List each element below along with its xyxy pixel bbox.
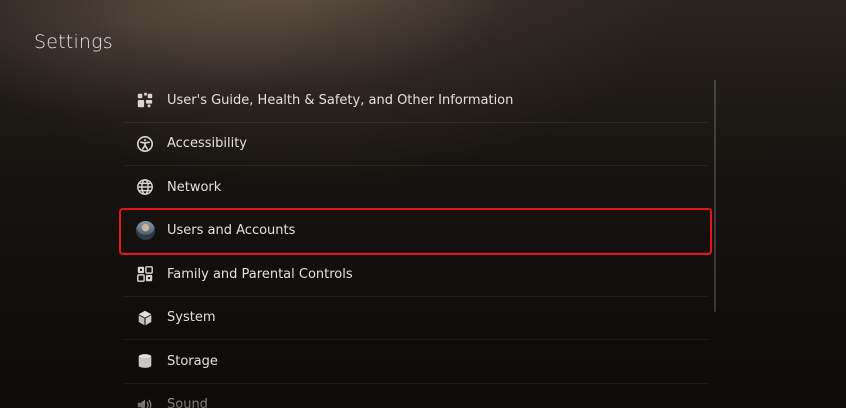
menu-item-label: Sound — [167, 397, 208, 408]
storage-icon — [135, 351, 155, 371]
accessibility-icon — [135, 134, 155, 154]
menu-item-users-guide[interactable]: User's Guide, Health & Safety, and Other… — [123, 79, 708, 123]
scrollbar[interactable] — [714, 80, 716, 312]
family-icon — [135, 264, 155, 284]
menu-item-network[interactable]: Network — [123, 166, 708, 210]
settings-menu: User's Guide, Health & Safety, and Other… — [119, 79, 712, 408]
avatar — [135, 221, 155, 241]
menu-item-label: User's Guide, Health & Safety, and Other… — [167, 92, 514, 108]
guide-icon — [135, 90, 155, 110]
menu-item-label: Network — [167, 179, 222, 195]
menu-item-system[interactable]: System — [123, 297, 708, 340]
cube-icon — [135, 308, 155, 328]
page-title: Settings — [34, 31, 113, 53]
menu-item-label: Users and Accounts — [167, 223, 296, 239]
menu-item-label: Storage — [167, 353, 218, 369]
menu-item-label: Family and Parental Controls — [167, 266, 353, 282]
user-avatar-icon — [135, 221, 155, 241]
menu-item-label: Accessibility — [167, 136, 247, 152]
globe-icon — [135, 177, 155, 197]
speaker-icon — [135, 395, 155, 408]
menu-item-storage[interactable]: Storage — [123, 340, 708, 384]
menu-item-sound[interactable]: Sound — [123, 384, 708, 408]
menu-item-accessibility[interactable]: Accessibility — [123, 123, 708, 166]
menu-item-users-and-accounts[interactable]: Users and Accounts — [119, 207, 712, 255]
menu-item-family-parental-controls[interactable]: Family and Parental Controls — [123, 253, 708, 297]
menu-item-label: System — [167, 310, 216, 326]
